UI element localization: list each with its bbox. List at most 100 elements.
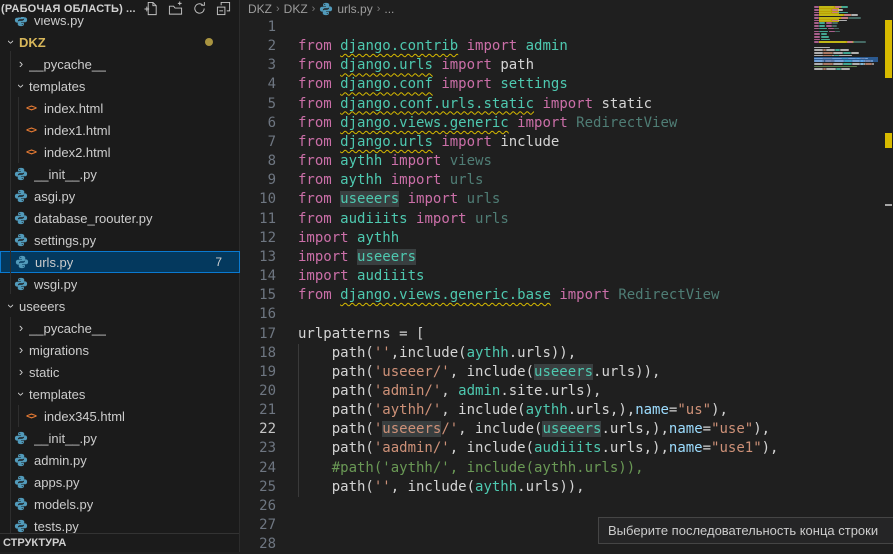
- code-text: path('',include(aythh.urls)),: [298, 344, 576, 363]
- sidebar-item-admin-py[interactable]: admin.py: [0, 449, 240, 471]
- sidebar-item-useeers[interactable]: ›useeers: [0, 295, 240, 317]
- code-line-6[interactable]: 6from django.views.generic import Redire…: [241, 114, 893, 133]
- ruler-mark: [885, 133, 892, 148]
- html-file-icon: <>: [23, 122, 39, 138]
- sidebar-item--pycache-[interactable]: ›__pycache__: [0, 53, 240, 75]
- code-line-17[interactable]: 17urlpatterns = [: [241, 325, 893, 344]
- line-number: 24: [241, 459, 276, 478]
- python-icon: [14, 211, 28, 225]
- sidebar-item-settings-py[interactable]: settings.py: [0, 229, 240, 251]
- tree-item-label: index2.html: [44, 145, 110, 160]
- sidebar-item--init-py[interactable]: __init__.py: [0, 427, 240, 449]
- new-file-icon[interactable]: [143, 1, 159, 17]
- sidebar-item-index345-html[interactable]: <>index345.html: [0, 405, 240, 427]
- breadcrumb-item[interactable]: ...: [384, 2, 394, 16]
- code-line-20[interactable]: 20 path('admin/', admin.site.urls),: [241, 382, 893, 401]
- code-line-1[interactable]: 1: [241, 18, 893, 37]
- line-number: 9: [241, 171, 276, 190]
- code-line-12[interactable]: 12import aythh: [241, 229, 893, 248]
- sidebar-item-templates[interactable]: ›templates: [0, 75, 240, 97]
- tree-item-label: __init__.py: [34, 431, 97, 446]
- code-line-4[interactable]: 4from django.conf import settings: [241, 75, 893, 94]
- chevron-down-icon: ›: [3, 298, 19, 314]
- sidebar-item-templates[interactable]: ›templates: [0, 383, 240, 405]
- code-text: from django.views.generic import Redirec…: [298, 114, 677, 133]
- code-area[interactable]: 12from django.contrib import admin3from …: [241, 18, 893, 554]
- code-line-2[interactable]: 2from django.contrib import admin: [241, 37, 893, 56]
- python-icon: [14, 497, 28, 511]
- breadcrumb-separator: ›: [377, 3, 381, 15]
- code-line-18[interactable]: 18 path('',include(aythh.urls)),: [241, 344, 893, 363]
- line-number: 2: [241, 37, 276, 56]
- code-line-16[interactable]: 16: [241, 305, 893, 324]
- code-line-26[interactable]: 26: [241, 497, 893, 516]
- code-text: from useeers import urls: [298, 190, 500, 209]
- tree-item-label: asgi.py: [34, 189, 75, 204]
- ruler-mark: [885, 204, 892, 206]
- code-line-19[interactable]: 19 path('useeer/', include(useeers.urls)…: [241, 363, 893, 382]
- code-text: import audiiits: [298, 267, 424, 286]
- sidebar-item-static[interactable]: ›static: [0, 361, 240, 383]
- sidebar-item-index-html[interactable]: <>index.html: [0, 97, 240, 119]
- code-line-5[interactable]: 5from django.conf.urls.static import sta…: [241, 95, 893, 114]
- breadcrumb-item[interactable]: urls.py: [319, 2, 372, 16]
- line-number: 19: [241, 363, 276, 382]
- code-line-13[interactable]: 13import useeers: [241, 248, 893, 267]
- sidebar-item--pycache-[interactable]: ›__pycache__: [0, 317, 240, 339]
- sidebar-item-urls-py[interactable]: urls.py7: [0, 251, 240, 273]
- python-icon: [14, 453, 28, 467]
- python-icon: [319, 2, 333, 16]
- code-line-15[interactable]: 15from django.views.generic.base import …: [241, 286, 893, 305]
- python-icon: [14, 233, 28, 247]
- overview-ruler[interactable]: [879, 0, 893, 552]
- outline-section-header[interactable]: СТРУКТУРА: [0, 533, 239, 552]
- python-icon: [14, 431, 28, 445]
- collapse-all-icon[interactable]: [215, 1, 231, 17]
- tree-item-label: useeers: [19, 299, 65, 314]
- line-number: 1: [241, 18, 276, 37]
- sidebar-item-apps-py[interactable]: apps.py: [0, 471, 240, 493]
- line-number: 4: [241, 75, 276, 94]
- chevron-right-icon: ›: [13, 320, 29, 336]
- sidebar-item-migrations[interactable]: ›migrations: [0, 339, 240, 361]
- eol-tooltip-text: Выберите последовательность конца строки: [608, 523, 878, 538]
- tree-item-label: database_roouter.py: [34, 211, 153, 226]
- line-number: 26: [241, 497, 276, 516]
- tree-indent-guide: [10, 51, 11, 294]
- python-icon: [14, 475, 28, 489]
- sidebar-item-dkz[interactable]: ›DKZ: [0, 31, 240, 53]
- problems-badge: 7: [215, 255, 222, 269]
- sidebar-item-database-roouter-py[interactable]: database_roouter.py: [0, 207, 240, 229]
- code-line-11[interactable]: 11from audiiits import urls: [241, 210, 893, 229]
- code-line-22[interactable]: 22 path('useeers/', include(useeers.urls…: [241, 420, 893, 439]
- sidebar-item-models-py[interactable]: models.py: [0, 493, 240, 515]
- sidebar-item-index1-html[interactable]: <>index1.html: [0, 119, 240, 141]
- code-line-21[interactable]: 21 path('aythh/', include(aythh.urls,),n…: [241, 401, 893, 420]
- code-line-10[interactable]: 10from useeers import urls: [241, 190, 893, 209]
- code-line-3[interactable]: 3from django.urls import path: [241, 56, 893, 75]
- code-line-8[interactable]: 8from aythh import views: [241, 152, 893, 171]
- workspace-section-header[interactable]: (РАБОЧАЯ ОБЛАСТЬ) ...: [0, 0, 239, 17]
- code-line-9[interactable]: 9from aythh import urls: [241, 171, 893, 190]
- breadcrumb-item[interactable]: DKZ: [248, 2, 272, 16]
- code-line-24[interactable]: 24 #path('aythh/', include(aythh.urls)),: [241, 459, 893, 478]
- refresh-icon[interactable]: [191, 1, 207, 17]
- more-actions-button[interactable]: ...: [126, 3, 136, 15]
- code-line-25[interactable]: 25 path('', include(aythh.urls)),: [241, 478, 893, 497]
- sidebar-item-wsgi-py[interactable]: wsgi.py: [0, 273, 240, 295]
- minimap[interactable]: [814, 3, 878, 85]
- code-text: from django.conf.urls.static import stat…: [298, 95, 652, 114]
- modified-dot: [205, 38, 213, 46]
- code-line-23[interactable]: 23 path('aadmin/', include(audiiits.urls…: [241, 439, 893, 458]
- tree-item-label: __pycache__: [29, 57, 106, 72]
- sidebar-item--init-py[interactable]: __init__.py: [0, 163, 240, 185]
- code-text: path('useeer/', include(useeers.urls)),: [298, 363, 660, 382]
- code-line-14[interactable]: 14import audiiits: [241, 267, 893, 286]
- line-number: 18: [241, 344, 276, 363]
- sidebar-item-asgi-py[interactable]: asgi.py: [0, 185, 240, 207]
- new-folder-icon[interactable]: [167, 1, 183, 17]
- breadcrumb-item[interactable]: DKZ: [284, 2, 308, 16]
- python-icon: [14, 167, 28, 181]
- code-line-7[interactable]: 7from django.urls import include: [241, 133, 893, 152]
- sidebar-item-index2-html[interactable]: <>index2.html: [0, 141, 240, 163]
